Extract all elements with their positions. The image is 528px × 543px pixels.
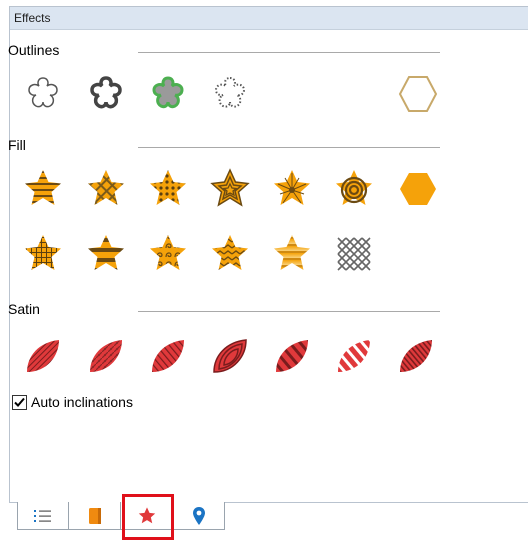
panel-title: Effects [14,11,51,25]
tab-list[interactable] [17,502,69,530]
auto-inclinations-checkbox[interactable] [12,394,27,410]
fill-star-zigzag-icon[interactable] [208,232,252,276]
satin-divider [138,311,440,312]
fill-star-wide-stripes-icon[interactable] [84,232,128,276]
satin-leaf-stripes-icon[interactable] [146,334,190,378]
outline-flower-green-icon[interactable] [146,72,190,116]
fill-star-swirl-icon[interactable] [146,232,190,276]
satin-leaf-white-stripes-icon[interactable] [332,334,376,378]
outlines-label: Outlines [8,42,60,58]
satin-leaf-dense-stripes-icon[interactable] [394,334,438,378]
fill-star-dots-icon[interactable] [146,167,190,211]
location-pin-icon [192,506,205,525]
panel-tab-bar [17,502,225,534]
spool-icon [88,507,101,524]
fill-star-gradient-stripes-icon[interactable] [270,232,314,276]
satin-label: Satin [8,301,40,317]
auto-inclinations-option[interactable]: Auto inclinations [12,394,133,410]
panel-title-bar: Effects [10,7,528,30]
satin-leaf-contour-icon[interactable] [208,334,252,378]
list-icon [34,509,51,522]
fill-label: Fill [8,137,26,153]
fill-star-grid-icon[interactable] [21,232,65,276]
outline-hexagon-icon[interactable] [396,72,440,116]
fill-hexagon-icon[interactable] [396,167,440,211]
tab-spool[interactable] [69,502,121,530]
fill-star-weave-icon[interactable] [84,167,128,211]
star-icon [138,506,155,523]
tab-location[interactable] [173,502,225,530]
satin-leaf-diagonal-icon[interactable] [21,334,65,378]
outlines-divider [138,52,440,53]
fill-star-concentric-icon[interactable] [208,167,252,211]
fill-star-radial-icon[interactable] [270,167,314,211]
satin-leaf-wide-stripes-icon[interactable] [270,334,314,378]
fill-star-stripes-icon[interactable] [21,167,65,211]
outline-flower-dotted-icon[interactable] [208,72,252,116]
auto-inclinations-label: Auto inclinations [31,394,133,410]
outline-flower-bold-icon[interactable] [84,72,128,116]
fill-crosshatch-icon[interactable] [332,232,376,276]
outline-flower-thin-icon[interactable] [21,72,65,116]
fill-divider [138,147,440,148]
checkmark-icon [14,397,25,407]
satin-leaf-pattern-icon[interactable] [84,334,128,378]
tab-effects[interactable] [121,502,173,530]
fill-star-spiral-icon[interactable] [332,167,376,211]
